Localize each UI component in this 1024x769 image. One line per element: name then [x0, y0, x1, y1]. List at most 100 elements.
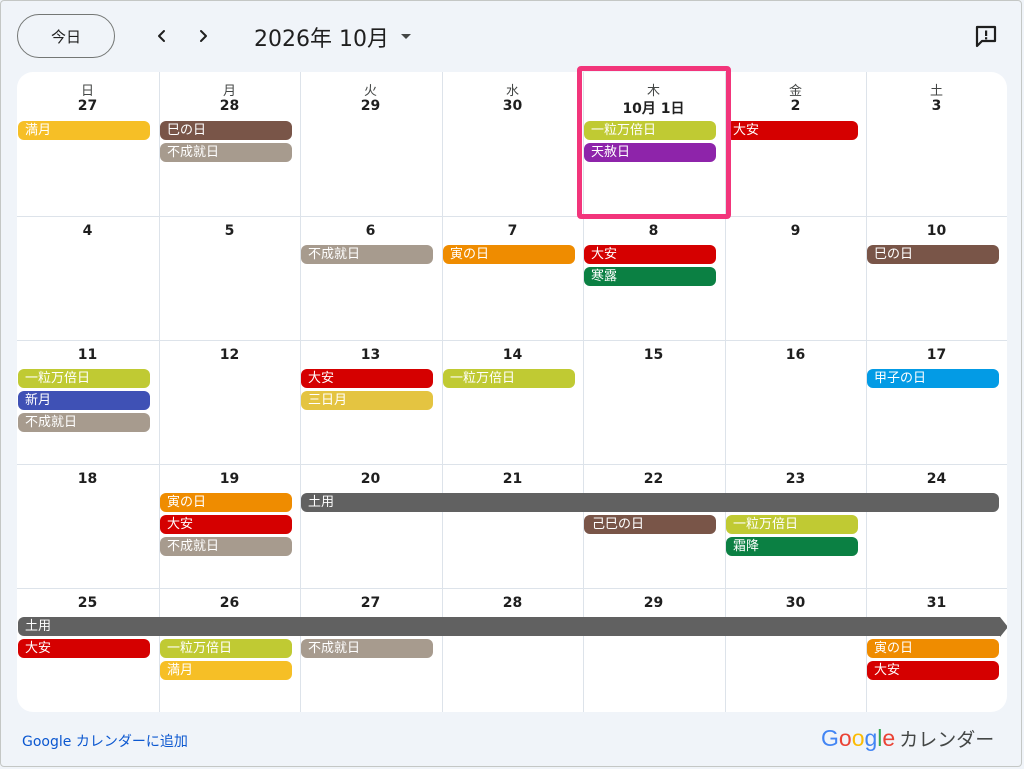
event-chip[interactable]: 不成就日: [18, 413, 150, 432]
grid-column-divider: [159, 72, 160, 712]
day-number[interactable]: 3: [866, 98, 1007, 114]
today-button[interactable]: 今日: [17, 14, 115, 58]
event-chip[interactable]: 満月: [18, 121, 150, 140]
day-number[interactable]: 23: [725, 471, 866, 487]
event-chip[interactable]: 巳の日: [160, 121, 292, 140]
event-chip[interactable]: 満月: [160, 661, 292, 680]
day-number[interactable]: 18: [17, 471, 158, 487]
month-title: 2026年 10月: [254, 27, 389, 52]
weekday-header: 木: [646, 84, 660, 99]
event-chip[interactable]: 不成就日: [160, 537, 292, 556]
day-number[interactable]: 27: [300, 595, 441, 611]
event-chip[interactable]: 寅の日: [160, 493, 292, 512]
event-chip[interactable]: 一粒万倍日: [160, 639, 292, 658]
event-chip[interactable]: 大安: [160, 515, 292, 534]
day-number[interactable]: 7: [442, 223, 583, 239]
event-chip[interactable]: 霜降: [726, 537, 858, 556]
day-number[interactable]: 10月 1日: [583, 98, 724, 118]
day-number[interactable]: 13: [300, 347, 441, 363]
grid-column-divider: [583, 72, 584, 712]
event-chip[interactable]: 大安: [726, 121, 858, 140]
caret-down-icon: [400, 34, 411, 39]
day-number[interactable]: 30: [442, 98, 583, 114]
grid-row-divider: [17, 464, 1007, 465]
grid-row-divider: [17, 340, 1007, 341]
event-chip[interactable]: 寒露: [584, 267, 716, 286]
month-selector[interactable]: 2026年 10月: [254, 21, 413, 53]
day-number[interactable]: 2: [725, 98, 866, 114]
chevron-right-icon: [200, 30, 207, 42]
day-number[interactable]: 29: [583, 595, 724, 611]
day-number[interactable]: 27: [17, 98, 158, 114]
event-chip[interactable]: 一粒万倍日: [726, 515, 858, 534]
google-letter: G: [821, 725, 839, 751]
weekday-header: 土: [929, 84, 943, 99]
day-number[interactable]: 28: [159, 98, 300, 114]
day-number[interactable]: 12: [159, 347, 300, 363]
prev-month-button[interactable]: [148, 22, 176, 50]
event-chip[interactable]: 大安: [301, 369, 433, 388]
event-chip[interactable]: 大安: [18, 639, 150, 658]
brand-text: カレンダー: [899, 729, 995, 751]
event-chip[interactable]: 大安: [584, 245, 716, 264]
weekday-header: 月: [222, 84, 236, 99]
event-chip[interactable]: 土用: [301, 493, 999, 512]
event-chip[interactable]: 新月: [18, 391, 150, 410]
event-chip[interactable]: 土用: [18, 617, 1000, 636]
event-chip[interactable]: 一粒万倍日: [443, 369, 575, 388]
google-letter: e: [882, 725, 896, 751]
event-continues-arrow: [1000, 616, 1007, 637]
event-chip[interactable]: 寅の日: [867, 639, 999, 658]
day-number[interactable]: 29: [300, 98, 441, 114]
day-number[interactable]: 25: [17, 595, 158, 611]
day-number[interactable]: 28: [442, 595, 583, 611]
add-to-google-calendar-link[interactable]: Google カレンダーに追加: [22, 731, 188, 751]
grid-column-divider: [442, 72, 443, 712]
event-chip[interactable]: 甲子の日: [867, 369, 999, 388]
grid-column-divider: [725, 72, 726, 712]
day-number[interactable]: 21: [442, 471, 583, 487]
event-chip[interactable]: 三日月: [301, 391, 433, 410]
day-number[interactable]: 15: [583, 347, 724, 363]
feedback-icon: [975, 25, 997, 48]
day-number[interactable]: 19: [159, 471, 300, 487]
event-chip[interactable]: 己巳の日: [584, 515, 716, 534]
day-number[interactable]: 9: [725, 223, 866, 239]
event-chip[interactable]: 不成就日: [301, 639, 433, 658]
feedback-button[interactable]: [973, 23, 999, 49]
event-chip[interactable]: 不成就日: [160, 143, 292, 162]
grid-row-divider: [17, 588, 1007, 589]
day-number[interactable]: 24: [866, 471, 1007, 487]
day-number[interactable]: 20: [300, 471, 441, 487]
google-letter: o: [851, 725, 865, 751]
day-number[interactable]: 26: [159, 595, 300, 611]
month-grid: 日月火水木金土 27 28 29 30 10月 1日 2 3 4 5 6 7 8 9 10 11 12 13 14 1…: [17, 72, 1007, 712]
next-month-button[interactable]: [189, 22, 217, 50]
google-calendar-logo: Google カレンダー: [821, 725, 994, 752]
day-number[interactable]: 30: [725, 595, 866, 611]
day-number[interactable]: 16: [725, 347, 866, 363]
day-number[interactable]: 31: [866, 595, 1007, 611]
chevron-left-icon: [158, 30, 165, 42]
weekday-header: 金: [788, 84, 802, 99]
google-wordmark: Google: [821, 725, 895, 752]
google-letter: o: [838, 725, 852, 751]
event-chip[interactable]: 一粒万倍日: [584, 121, 716, 140]
day-number[interactable]: 14: [442, 347, 583, 363]
grid-row-divider: [17, 216, 1007, 217]
day-number[interactable]: 11: [17, 347, 158, 363]
day-number[interactable]: 4: [17, 223, 158, 239]
day-number[interactable]: 17: [866, 347, 1007, 363]
day-number[interactable]: 8: [583, 223, 724, 239]
day-number[interactable]: 5: [159, 223, 300, 239]
event-chip[interactable]: 不成就日: [301, 245, 433, 264]
event-chip[interactable]: 巳の日: [867, 245, 999, 264]
day-number[interactable]: 6: [300, 223, 441, 239]
weekday-header: 日: [80, 84, 94, 99]
event-chip[interactable]: 天赦日: [584, 143, 716, 162]
day-number[interactable]: 10: [866, 223, 1007, 239]
day-number[interactable]: 22: [583, 471, 724, 487]
event-chip[interactable]: 一粒万倍日: [18, 369, 150, 388]
event-chip[interactable]: 寅の日: [443, 245, 575, 264]
event-chip[interactable]: 大安: [867, 661, 999, 680]
